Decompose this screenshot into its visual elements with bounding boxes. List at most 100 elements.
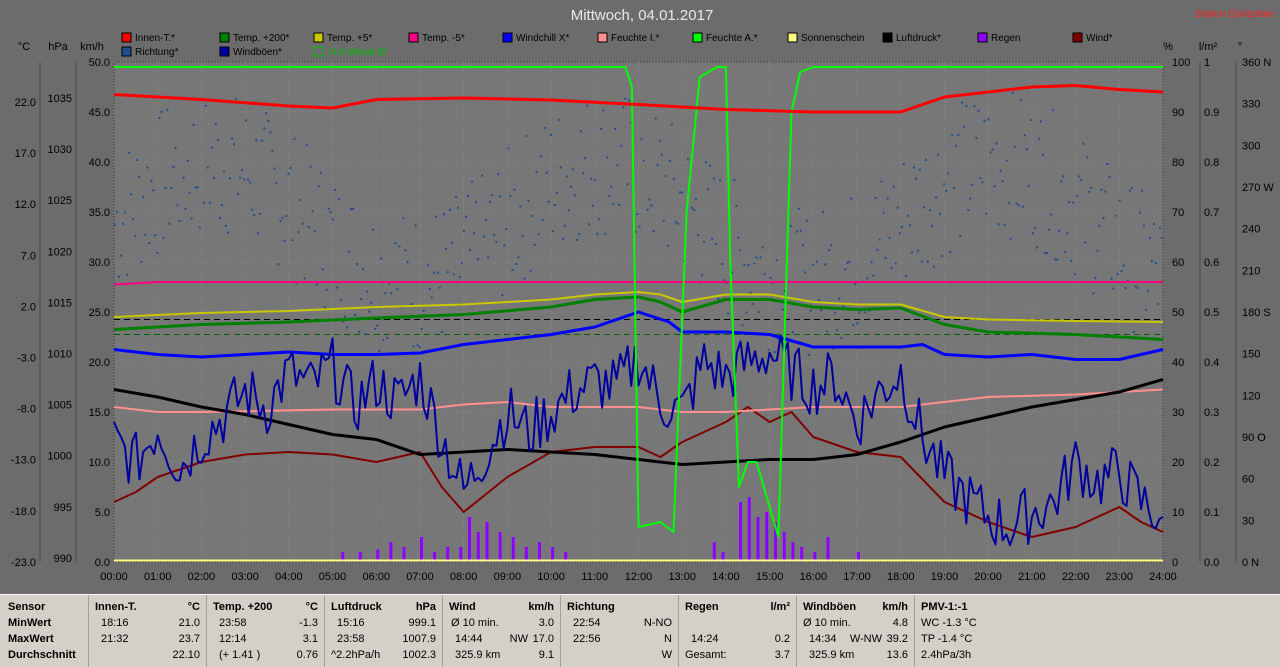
richtung-dot: [626, 183, 629, 186]
richtung-dot: [596, 232, 599, 235]
regen-bar: [498, 532, 502, 562]
richtung-dot: [624, 97, 627, 100]
stats-col-windboeen: Windböen km/h Ø 10 min. 4.8 14:34 W-NW 39.2 …: [796, 595, 914, 667]
richtung-dot: [912, 166, 915, 169]
luftdruck-avg: 1002.3: [402, 649, 436, 661]
richtung-dot: [957, 133, 960, 136]
legend-label: Temp. -5*: [422, 33, 465, 44]
richtung-dot: [828, 249, 831, 252]
richtung-dot: [561, 237, 564, 240]
richtung-dot: [906, 214, 909, 217]
axis-header-percent: %: [1163, 41, 1173, 53]
richtung-dot: [854, 283, 857, 286]
richtung-dot: [652, 230, 655, 233]
richtung-dot: [313, 230, 316, 233]
richtung-dot: [640, 138, 643, 141]
richtung-dot: [571, 168, 574, 171]
innen-avg: 22.10: [172, 649, 200, 661]
temp200-unit: °C: [305, 601, 318, 613]
richtung-dot: [858, 311, 861, 314]
richtung-dot: [325, 288, 328, 291]
legend-label: Windchill X*: [516, 33, 569, 44]
innen-title: Innen-T.: [95, 601, 137, 613]
tick-x: 08:00: [450, 571, 478, 583]
tick-x: 17:00: [843, 571, 871, 583]
richtung-dot: [319, 171, 322, 174]
windboeen-max-dir: W-NW: [849, 633, 882, 645]
richtung-dot: [450, 241, 453, 244]
richtung-dot: [983, 119, 986, 122]
richtung-dot: [1045, 252, 1048, 255]
richtung-dot: [1031, 232, 1034, 235]
richtung-dot: [473, 232, 476, 235]
richtung-dot: [166, 108, 169, 111]
richtung-dot: [1156, 303, 1159, 306]
richtung-dot: [471, 180, 474, 183]
richtung-dot: [454, 195, 457, 198]
richtung-dot: [604, 232, 607, 235]
richtung-dot: [648, 198, 651, 201]
richtung-dot: [1136, 287, 1139, 290]
legend-swatch: [502, 32, 513, 43]
richtung-dot: [440, 330, 443, 333]
richtung-dot: [890, 266, 893, 269]
richtung-dot: [265, 112, 268, 115]
richtung-dot: [834, 311, 837, 314]
regen-bar: [782, 532, 786, 562]
richtung-dot: [158, 116, 161, 119]
richtung-dot: [763, 273, 766, 276]
richtung-dot: [1041, 153, 1044, 156]
richtung-dot: [822, 211, 825, 214]
tick-x: 18:00: [887, 571, 915, 583]
richtung-dot: [896, 206, 899, 209]
richtung-dot: [126, 273, 129, 276]
richtung-dot: [452, 273, 455, 276]
richtung-dot: [656, 163, 659, 166]
richtung-dot: [1035, 246, 1038, 249]
tick-pct: 0: [1172, 557, 1178, 569]
tick-lm2: 0.1: [1204, 507, 1219, 519]
luftdruck-min-time: 15:16: [337, 617, 365, 629]
legend-swatch: [692, 32, 703, 43]
richtung-dot: [412, 345, 415, 348]
richtung-dot: [114, 223, 116, 226]
richtung-dot: [753, 262, 756, 265]
richtung-dot: [646, 208, 649, 211]
richtung-dot: [701, 274, 704, 277]
richtung-dot: [838, 297, 841, 300]
richtung-dot: [1066, 232, 1069, 235]
richtung-dot: [404, 249, 407, 252]
richtung-dot: [501, 294, 504, 297]
richtung-dot: [741, 324, 744, 327]
regen-bar: [537, 542, 541, 562]
wind-title: Wind: [449, 601, 476, 613]
richtung-dot: [662, 219, 665, 222]
richtung-dot: [386, 336, 389, 339]
richtung-dot: [372, 228, 375, 231]
luftdruck-min-val: 999.1: [408, 617, 436, 629]
tick-pct: 20: [1172, 457, 1184, 469]
tick-kmh: 5.0: [95, 507, 110, 519]
richtung-dot: [184, 207, 187, 210]
richtung-dot: [773, 350, 776, 353]
temp200-max-val: 3.1: [302, 633, 318, 645]
stats-col-wind: Wind km/h Ø 10 min. 3.0 14:44 NW 17.0 325.9 …: [442, 595, 560, 667]
richtung-dot: [910, 251, 913, 254]
tick-x: 09:00: [494, 571, 522, 583]
richtung-dot: [918, 168, 921, 171]
tick-lm2: 0.0: [1204, 557, 1219, 569]
tick-temp: 12.0: [15, 199, 36, 211]
tick-x: 14:00: [712, 571, 740, 583]
richtung-dot: [628, 99, 631, 102]
richtung-dot: [469, 248, 472, 251]
richtung-dot: [1086, 156, 1089, 159]
richtung-dot: [1120, 269, 1123, 272]
tick-lm2: 0.9: [1204, 107, 1219, 119]
temp200-min-val: -1.3: [299, 617, 318, 629]
richtung-dot: [755, 256, 758, 259]
axis-header-degree: °: [1238, 41, 1242, 53]
legend-label: Windböen*: [233, 47, 282, 58]
richtung-dot: [586, 104, 589, 107]
richtung-dot: [537, 233, 540, 236]
richtung-dot: [557, 118, 560, 121]
